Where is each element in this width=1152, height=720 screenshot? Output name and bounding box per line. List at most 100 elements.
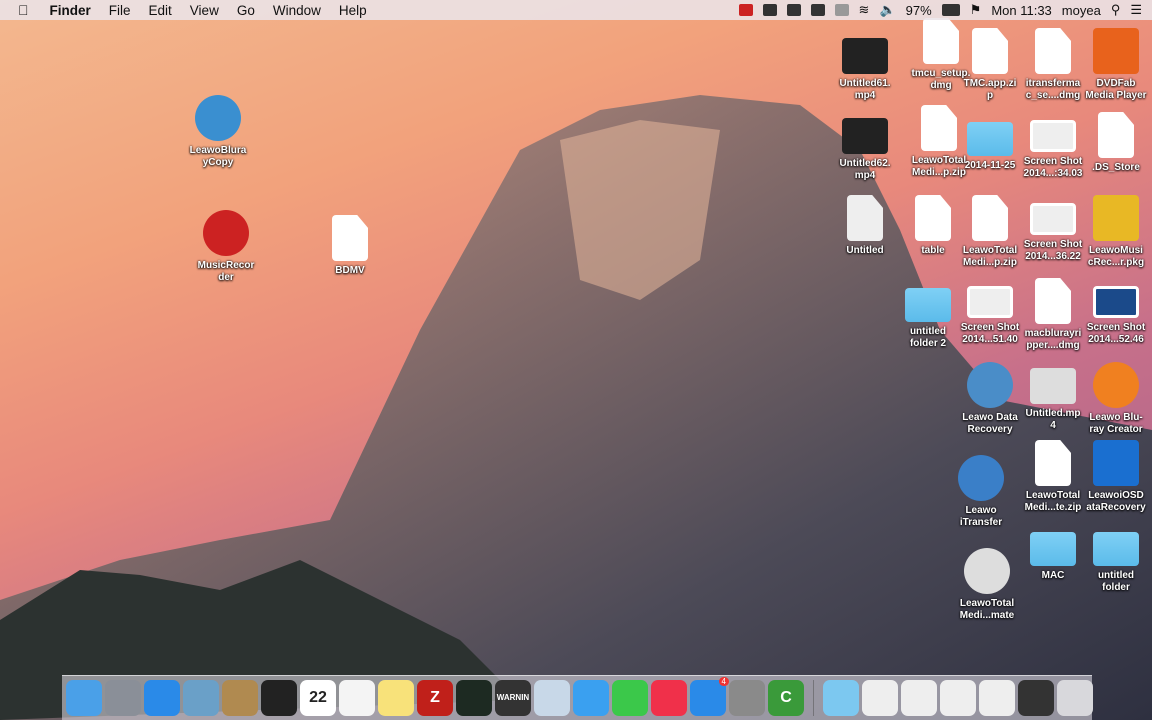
dock-launchpad-icon[interactable] — [105, 680, 141, 716]
desktop-icon[interactable]: DVDFab Media Player — [1078, 28, 1152, 102]
app-sq-icon — [1093, 28, 1139, 74]
dock-icon-text: Z — [430, 689, 440, 706]
dock-document-stack-2-icon[interactable] — [901, 680, 937, 716]
dock-preview-icon[interactable] — [183, 680, 219, 716]
video-icon — [842, 118, 888, 154]
folder-icon — [1030, 532, 1076, 566]
battery-icon[interactable] — [941, 4, 960, 16]
dock-document-stack-1-icon[interactable] — [862, 680, 898, 716]
desktop-icon-label: MusicRecor der — [197, 260, 255, 283]
tools-status-icon[interactable] — [762, 4, 777, 16]
dock-app-store-icon[interactable]: 4 — [690, 677, 729, 716]
desktop-icon-label: Leawo Blu- ray Creator — [1089, 412, 1143, 435]
time-machine-icon[interactable] — [834, 4, 849, 16]
dock-system-preferences-icon[interactable] — [729, 680, 765, 716]
doc-icon — [972, 195, 1008, 241]
doc-icon — [332, 215, 368, 261]
desktop-icon[interactable]: Untitled — [827, 195, 903, 257]
shot-icon — [1030, 120, 1076, 152]
clock[interactable]: Mon 11:33 — [991, 3, 1051, 18]
menu-go[interactable]: Go — [228, 3, 264, 18]
menu-help[interactable]: Help — [330, 3, 376, 18]
desktop-icon[interactable]: LeawoTotal Medi...mate — [949, 548, 1025, 622]
volume-icon[interactable]: 🔈 — [879, 2, 895, 18]
app-sq-icon — [1093, 195, 1139, 241]
dock-trash-icon[interactable] — [1057, 680, 1093, 716]
input-source-flag-icon[interactable]: ⚑ — [970, 2, 982, 18]
shot-icon — [1093, 286, 1139, 318]
desktop-icon-label: untitled folder — [1097, 570, 1135, 593]
desktop-icon-label: Untitled62. mp4 — [839, 158, 891, 181]
desktop-icon-label: Screen Shot 2014...52.46 — [1086, 322, 1146, 345]
dock-camtasia-icon[interactable]: C — [768, 680, 804, 716]
app-icon — [195, 95, 241, 141]
doc-icon — [847, 195, 883, 241]
doc-icon — [1098, 112, 1134, 158]
menu-edit[interactable]: Edit — [140, 3, 181, 18]
dock-console-icon[interactable]: WARNIN — [495, 680, 531, 716]
desktop-icon-label: BDMV — [335, 265, 365, 276]
wifi-icon[interactable]: ≋ — [859, 2, 870, 18]
desktop-icon[interactable]: Untitled62. mp4 — [827, 112, 903, 182]
desktop-icon[interactable]: Screen Shot 2014...52.46 — [1078, 278, 1152, 346]
desktop-icon[interactable]: MusicRecor der — [188, 210, 264, 284]
desktop-icon[interactable]: LeawoMusi cRec...r.pkg — [1078, 195, 1152, 269]
dock-safari-icon[interactable] — [144, 680, 180, 716]
spotlight-search-icon[interactable]: ⚲ — [1111, 2, 1121, 18]
app-icon — [964, 548, 1010, 594]
doc-icon — [972, 28, 1008, 74]
dock-activity-monitor-icon[interactable] — [456, 680, 492, 716]
desktop-icon[interactable]: LeawoBlura yCopy — [180, 95, 256, 169]
desktop-icon[interactable]: BDMV — [312, 215, 388, 277]
desktop-icon[interactable]: LeawoiOSD ataRecovery — [1078, 440, 1152, 514]
apple-menu-icon[interactable]:  — [0, 2, 41, 18]
shot-icon — [1030, 203, 1076, 235]
dock-document-stack-3-icon[interactable] — [940, 680, 976, 716]
doc-icon — [1035, 440, 1071, 486]
doc-icon — [1035, 278, 1071, 324]
dock-document-stack-4-icon[interactable] — [979, 680, 1015, 716]
record-status-icon[interactable] — [738, 4, 753, 16]
dock-applications-stack-icon[interactable] — [823, 680, 859, 716]
app-icon — [203, 210, 249, 256]
battery-percent[interactable]: 97% — [906, 3, 932, 18]
desktop-icon[interactable]: Untitled61. mp4 — [827, 32, 903, 102]
dock-contacts-icon[interactable] — [222, 680, 258, 716]
dock-facetime-icon[interactable] — [612, 680, 648, 716]
user-name[interactable]: moyea — [1062, 3, 1101, 18]
menu-view[interactable]: View — [181, 3, 228, 18]
folder-icon — [905, 288, 951, 322]
dock-icon-text: C — [780, 689, 792, 706]
dock-filezilla-icon[interactable]: Z — [417, 680, 453, 716]
dock-image-capture-icon[interactable] — [534, 680, 570, 716]
desktop-icon-label: Untitled — [846, 245, 884, 256]
notification-center-icon[interactable]: ☰ — [1130, 2, 1142, 18]
desktop-icon[interactable]: Leawo iTransfer — [943, 455, 1019, 529]
video-icon — [842, 38, 888, 74]
desktop-icon[interactable]: untitled folder — [1078, 522, 1152, 594]
dock-icon-text: WARNIN — [496, 693, 530, 702]
dock-calendar-icon[interactable]: 22 — [300, 680, 336, 716]
battery-app-icon[interactable] — [810, 4, 825, 16]
dock-notes-icon[interactable] — [378, 680, 414, 716]
folder-icon — [967, 122, 1013, 156]
dock-messages-icon[interactable] — [573, 680, 609, 716]
doc-icon — [1035, 28, 1071, 74]
menu-window[interactable]: Window — [264, 3, 330, 18]
home-status-icon[interactable] — [786, 4, 801, 16]
dock-finder-icon[interactable] — [66, 680, 102, 716]
desktop-icon-label: LeawoiOSD ataRecovery — [1086, 490, 1146, 513]
desktop-icon-label: Untitled61. mp4 — [839, 78, 891, 101]
menu-file[interactable]: File — [100, 3, 140, 18]
app-icon — [967, 362, 1013, 408]
desktop-icon[interactable]: Leawo Blu- ray Creator — [1078, 362, 1152, 436]
dock-document-stack-5-icon[interactable] — [1018, 680, 1054, 716]
dock-reminders-icon[interactable] — [339, 680, 375, 716]
desktop-icon[interactable]: .DS_Store — [1078, 112, 1152, 174]
folder-icon — [1093, 532, 1139, 566]
dock-terminal-icon[interactable] — [261, 680, 297, 716]
dock-icon-text: 22 — [309, 689, 327, 706]
dock-itunes-icon[interactable] — [651, 680, 687, 716]
app-icon — [958, 455, 1004, 501]
menu-app-finder[interactable]: Finder — [41, 3, 100, 18]
